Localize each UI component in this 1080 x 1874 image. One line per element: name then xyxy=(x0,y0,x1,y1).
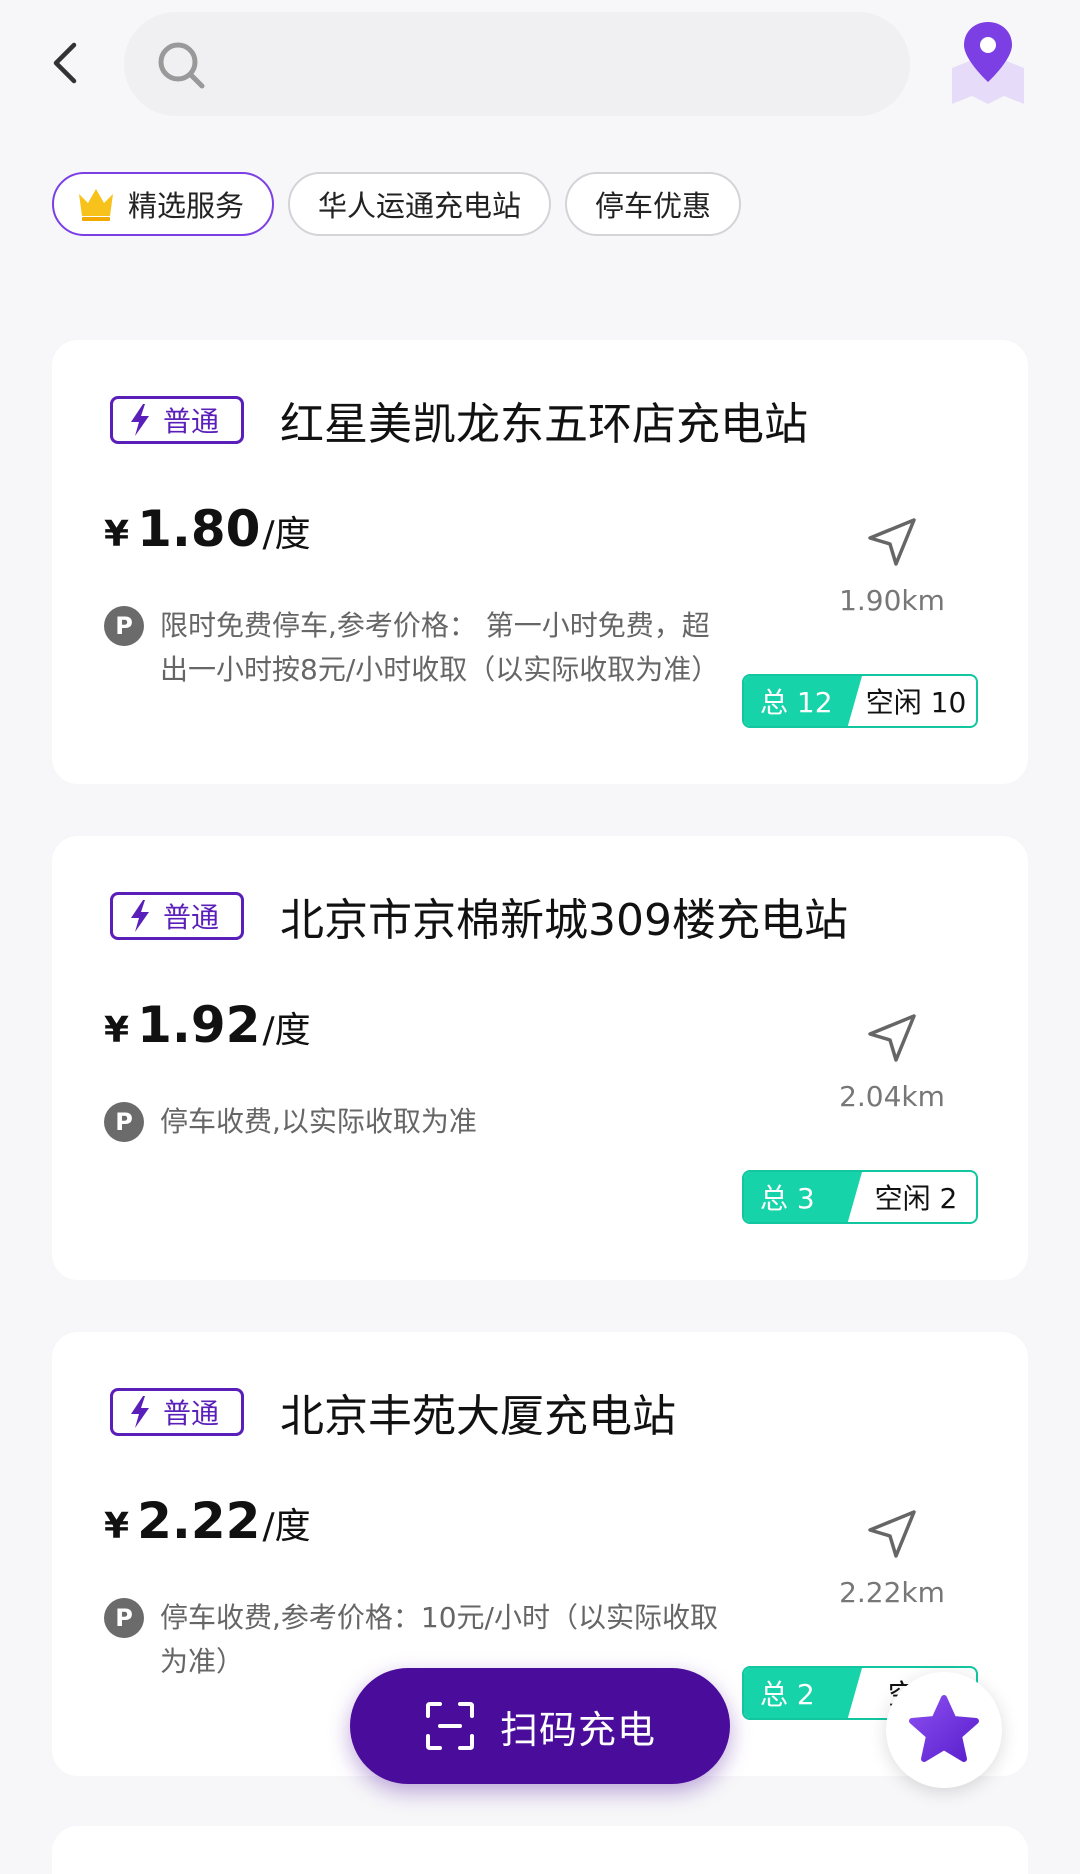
scan-to-charge-button[interactable]: 扫码充电 xyxy=(350,1668,730,1784)
station-name: 北京丰苑大厦充电站 xyxy=(280,1391,676,1442)
navigation-icon[interactable] xyxy=(866,1012,918,1064)
distance: 2.04km xyxy=(839,1080,945,1113)
scan-icon xyxy=(425,1702,474,1750)
navigation-icon[interactable] xyxy=(866,516,918,568)
parking-icon: P xyxy=(104,1598,144,1638)
search-box[interactable] xyxy=(124,12,910,116)
station-name: 红星美凯龙东五环店充电站 xyxy=(280,399,808,450)
total-chargers: 总 2 xyxy=(744,1668,862,1718)
search-input[interactable] xyxy=(224,34,888,96)
map-pin-icon xyxy=(952,22,1024,104)
price: ¥ 1.92 /度 xyxy=(104,996,311,1054)
crown-icon xyxy=(79,189,113,221)
total-chargers: 总 3 xyxy=(744,1172,862,1222)
star-icon xyxy=(909,1695,979,1762)
scan-label: 扫码充电 xyxy=(499,1707,656,1752)
parking-icon: P xyxy=(104,1102,144,1142)
free-chargers: 空闲 2 xyxy=(874,1182,958,1215)
chip-parking-discount[interactable]: 停车优惠 xyxy=(565,172,742,236)
distance: 1.90km xyxy=(839,584,945,617)
back-button[interactable] xyxy=(40,28,88,98)
badge-label: 普通 xyxy=(163,1397,220,1430)
free-chargers: 空闲 10 xyxy=(865,686,967,719)
availability-badge: 总 3 空闲 2 xyxy=(742,1170,978,1224)
lightning-icon xyxy=(131,404,149,436)
price-unit: /度 xyxy=(262,1506,311,1547)
chip-label: 精选服务 xyxy=(128,189,245,223)
currency-symbol: ¥ xyxy=(104,514,130,555)
favorites-button[interactable] xyxy=(886,1672,1002,1788)
currency-symbol: ¥ xyxy=(104,1506,130,1547)
navigation-icon[interactable] xyxy=(866,1508,918,1560)
price: ¥ 1.80 /度 xyxy=(104,500,311,558)
lightning-icon xyxy=(131,1396,149,1428)
chip-human-horizons-stations[interactable]: 华人运通充电站 xyxy=(288,172,552,236)
station-card-partial[interactable] xyxy=(52,1826,1028,1874)
chip-featured-service[interactable]: 精选服务 xyxy=(52,172,275,236)
parking-text: 限时免费停车,参考价格： 第一小时免费，超出一小时按8元/小时收取（以实际收取为… xyxy=(160,609,720,686)
map-button[interactable] xyxy=(948,18,1028,106)
station-card[interactable]: 普通 北京市京棉新城309楼充电站 ¥ 1.92 /度 P 停车收费,以实际收取… xyxy=(52,836,1028,1280)
lightning-icon xyxy=(131,900,149,932)
chip-label: 华人运通充电站 xyxy=(318,189,522,223)
charger-type-badge: 普通 xyxy=(110,1388,244,1436)
parking-icon: P xyxy=(104,606,144,646)
parking-text: 停车收费,以实际收取为准 xyxy=(160,1105,477,1138)
station-card[interactable]: 普通 红星美凯龙东五环店充电站 ¥ 1.80 /度 P 限时免费停车,参考价格：… xyxy=(52,340,1028,784)
price-value: 1.92 xyxy=(137,996,261,1054)
price-value: 2.22 xyxy=(137,1492,261,1550)
badge-label: 普通 xyxy=(163,901,220,934)
charger-type-badge: 普通 xyxy=(110,396,244,444)
charger-type-badge: 普通 xyxy=(110,892,244,940)
distance: 2.22km xyxy=(839,1576,945,1609)
search-icon xyxy=(158,42,205,89)
badge-label: 普通 xyxy=(163,405,220,438)
total-chargers: 总 12 xyxy=(744,676,862,726)
chevron-left-icon xyxy=(53,42,77,84)
availability-badge: 总 12 空闲 10 xyxy=(742,674,978,728)
price-unit: /度 xyxy=(262,514,311,555)
top-bar xyxy=(0,0,1080,130)
filter-chips: 精选服务 华人运通充电站 停车优惠 xyxy=(52,172,742,236)
price-unit: /度 xyxy=(262,1010,311,1051)
station-name: 北京市京棉新城309楼充电站 xyxy=(280,895,848,946)
chip-label: 停车优惠 xyxy=(595,189,712,223)
price-value: 1.80 xyxy=(137,500,261,558)
currency-symbol: ¥ xyxy=(104,1010,130,1051)
price: ¥ 2.22 /度 xyxy=(104,1492,311,1550)
